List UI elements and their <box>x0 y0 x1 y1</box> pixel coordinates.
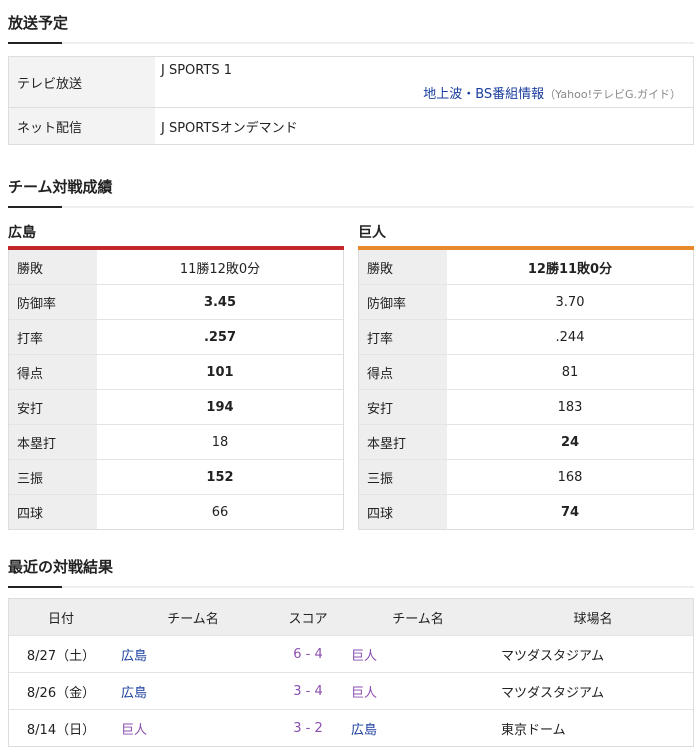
stat-row: 安打 194 <box>9 390 343 425</box>
result-date: 8/26（金） <box>26 685 96 701</box>
stat-label: 打率 <box>9 320 97 354</box>
stat-value: 168 <box>557 469 583 485</box>
stat-value: 3.70 <box>555 294 585 310</box>
section-divider <box>8 42 694 44</box>
header-stadium: 球場名 <box>573 611 613 627</box>
stat-row: 四球 66 <box>9 495 343 529</box>
stat-row: 得点 101 <box>9 355 343 390</box>
home-team-name: 広島 <box>8 225 36 241</box>
result-team2-link[interactable]: 巨人 <box>343 673 493 709</box>
stat-value: 81 <box>561 364 579 380</box>
team-record-title: チーム対戦成績 <box>8 178 113 196</box>
stat-label: 安打 <box>9 390 97 424</box>
stat-label: 防御率 <box>359 285 447 319</box>
stat-value: 11勝12敗0分 <box>179 261 261 277</box>
result-score-link[interactable]: 3 - 4 <box>273 673 343 709</box>
tv-channel: J SPORTS 1 <box>161 63 232 78</box>
stat-value: 183 <box>557 399 583 415</box>
stat-row: 防御率 3.70 <box>359 285 693 320</box>
stat-label: 得点 <box>359 355 447 389</box>
stat-row: 打率 .257 <box>9 320 343 355</box>
result-stadium: マツダスタジアム <box>501 685 605 701</box>
tv-row: テレビ放送 J SPORTS 1 地上波・BS番組情報（Yahoo!テレビG.ガ… <box>9 57 693 108</box>
stat-row: 打率 .244 <box>359 320 693 355</box>
result-score-link[interactable]: 3 - 2 <box>273 710 343 746</box>
stat-row: 三振 168 <box>359 460 693 495</box>
stat-row: 三振 152 <box>9 460 343 495</box>
stat-label: 勝敗 <box>9 250 97 284</box>
stat-label: 四球 <box>359 495 447 529</box>
stat-label: 打率 <box>359 320 447 354</box>
table-header: 日付 チーム名 スコア チーム名 球場名 <box>9 599 693 635</box>
tv-info-link[interactable]: 地上波・BS番組情報 <box>423 87 544 102</box>
broadcast-title: 放送予定 <box>8 14 69 32</box>
net-value: J SPORTSオンデマンド <box>161 120 298 136</box>
stat-value: 101 <box>206 364 234 380</box>
away-stats-table: 勝敗 12勝11敗0分防御率 3.70 打率 .244 得点 81 安打 183 本塁打 24 三振 1… <box>358 250 694 530</box>
stat-value: 74 <box>560 504 580 520</box>
header-date: 日付 <box>47 611 74 627</box>
recent-results-title: 最近の対戦結果 <box>8 558 114 576</box>
result-team1-link[interactable]: 巨人 <box>113 710 273 746</box>
broadcast-table: テレビ放送 J SPORTS 1 地上波・BS番組情報（Yahoo!テレビG.ガ… <box>8 56 694 145</box>
away-team-name: 巨人 <box>358 225 386 241</box>
stat-value: 12勝11敗0分 <box>527 261 613 277</box>
stat-row: 四球 74 <box>359 495 693 529</box>
stat-row: 防御率 3.45 <box>9 285 343 320</box>
tv-info-source: （Yahoo!テレビG.ガイド） <box>544 88 681 101</box>
stat-label: 防御率 <box>9 285 97 319</box>
result-date: 8/27（土） <box>26 648 96 664</box>
stat-value: 3.45 <box>203 294 237 310</box>
result-score-link[interactable]: 6 - 4 <box>273 636 343 672</box>
stat-value: 194 <box>206 399 234 415</box>
result-team1-link[interactable]: 広島 <box>113 673 273 709</box>
header-team1: チーム名 <box>167 611 219 627</box>
section-divider <box>8 586 694 588</box>
stat-value: .244 <box>555 329 585 345</box>
result-stadium: マツダスタジアム <box>501 648 605 664</box>
stat-row: 得点 81 <box>359 355 693 390</box>
stat-row: 本塁打 24 <box>359 425 693 460</box>
stat-label: 四球 <box>9 495 97 529</box>
header-score: スコア <box>288 611 328 627</box>
result-team2-link[interactable]: 広島 <box>343 710 493 746</box>
result-team1-link[interactable]: 広島 <box>113 636 273 672</box>
stat-value: 18 <box>211 434 229 450</box>
result-stadium: 東京ドーム <box>501 722 566 738</box>
recent-results-table: 日付 チーム名 スコア チーム名 球場名 8/27（土） 広島 6 - 4 巨人… <box>8 598 694 747</box>
stat-label: 本塁打 <box>359 425 447 459</box>
tv-label: テレビ放送 <box>9 57 155 107</box>
section-divider <box>8 206 694 208</box>
stat-label: 本塁打 <box>9 425 97 459</box>
table-row: 8/27（土） 広島 6 - 4 巨人 マツダスタジアム <box>9 635 693 672</box>
tv-info: 地上波・BS番組情報（Yahoo!テレビG.ガイド） <box>423 83 681 102</box>
stat-label: 勝敗 <box>359 250 447 284</box>
tv-value: J SPORTS 1 地上波・BS番組情報（Yahoo!テレビG.ガイド） <box>155 57 693 107</box>
table-row: 8/26（金） 広島 3 - 4 巨人 マツダスタジアム <box>9 672 693 709</box>
net-row: ネット配信 J SPORTSオンデマンド <box>9 108 693 144</box>
stat-value: 24 <box>560 434 580 450</box>
stat-row: 安打 183 <box>359 390 693 425</box>
stat-label: 得点 <box>9 355 97 389</box>
stat-label: 三振 <box>359 460 447 494</box>
stat-value: 66 <box>211 504 229 520</box>
stat-row: 勝敗 12勝11敗0分 <box>359 250 693 285</box>
stat-value: 152 <box>206 469 234 485</box>
net-label: ネット配信 <box>9 108 155 144</box>
stat-row: 本塁打 18 <box>9 425 343 460</box>
result-team2-link[interactable]: 巨人 <box>343 636 493 672</box>
stat-row: 勝敗 11勝12敗0分 <box>9 250 343 285</box>
stat-label: 三振 <box>9 460 97 494</box>
stat-value: .257 <box>203 329 237 345</box>
stat-label: 安打 <box>359 390 447 424</box>
result-date: 8/14（日） <box>26 722 96 738</box>
header-team2: チーム名 <box>392 611 444 627</box>
table-row: 8/14（日） 巨人 3 - 2 広島 東京ドーム <box>9 709 693 746</box>
home-stats-table: 勝敗 11勝12敗0分防御率 3.45 打率 .257 得点 101 安打 194 本塁打 18 三振… <box>8 250 344 530</box>
